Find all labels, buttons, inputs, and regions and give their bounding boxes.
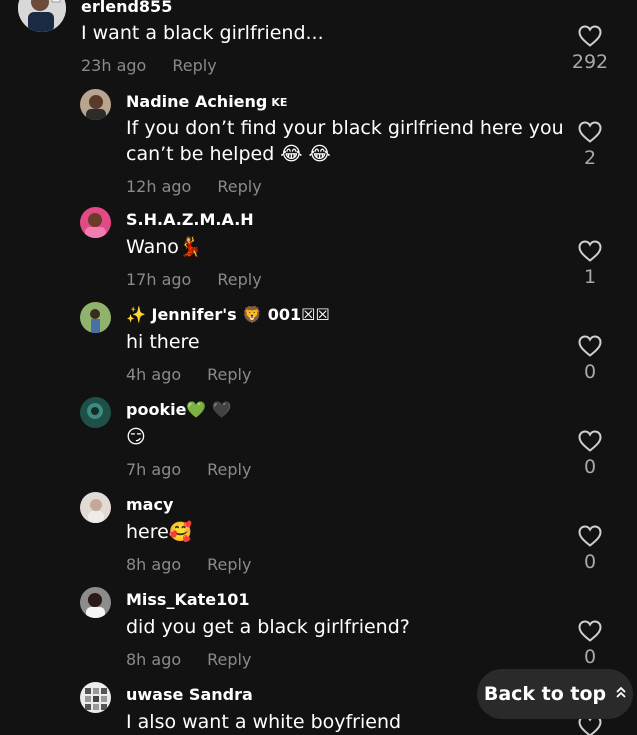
comment-time: 4h ago xyxy=(126,365,182,384)
comment-text: I also want a white boyfriend xyxy=(126,711,402,733)
reply-button[interactable]: Reply xyxy=(207,650,251,669)
avatar-image xyxy=(80,302,111,333)
like-button[interactable]: 292 xyxy=(570,25,610,73)
like-button[interactable]: 0 xyxy=(570,525,610,573)
comment-time: 8h ago xyxy=(126,555,182,574)
like-count: 292 xyxy=(571,51,609,73)
heart-icon xyxy=(578,240,602,262)
like-count: 2 xyxy=(583,147,597,169)
country-badge: KE xyxy=(271,96,288,109)
comments-feed: erlend855 I want a black girlfriend... 2… xyxy=(0,0,637,735)
back-to-top-button[interactable]: Back to top xyxy=(477,669,633,719)
comment-username[interactable]: S.H.A.Z.M.A.H xyxy=(126,210,254,230)
comment-time: 7h ago xyxy=(126,460,182,479)
like-button[interactable]: 0 xyxy=(570,430,610,478)
heart-icon xyxy=(578,430,602,452)
comment-username[interactable]: Miss_Kate101 xyxy=(126,590,250,610)
username-text: Nadine Achieng xyxy=(126,92,268,111)
avatar[interactable] xyxy=(80,682,111,713)
reply-button[interactable]: Reply xyxy=(217,270,261,289)
comment-text: did you get a black girlfriend? xyxy=(126,616,410,638)
reply-button[interactable]: Reply xyxy=(172,56,216,75)
comment-username[interactable]: pookie💚 🖤 xyxy=(126,400,232,420)
comment-username[interactable]: Nadine Achieng KE xyxy=(126,92,287,113)
avatar-image xyxy=(80,682,111,713)
avatar[interactable] xyxy=(80,397,111,428)
comment-meta: 17h ago Reply xyxy=(126,270,262,290)
avatar[interactable] xyxy=(80,89,111,120)
like-count: 0 xyxy=(583,456,597,478)
comment-text: here🥰 xyxy=(126,521,193,543)
heart-icon xyxy=(578,525,602,547)
avatar[interactable] xyxy=(80,302,111,333)
comment-meta: 23h ago Reply xyxy=(81,56,217,76)
avatar-image xyxy=(80,397,111,428)
like-button[interactable]: 2 xyxy=(570,121,610,169)
comment-meta: 7h ago Reply xyxy=(126,460,251,480)
comment-text: Wano💃 xyxy=(126,236,203,258)
comment-meta: 12h ago Reply xyxy=(126,177,262,197)
comment-text-line-1: If you don’t find your black girlfriend … xyxy=(126,117,564,139)
avatar-image xyxy=(18,0,66,32)
avatar-image xyxy=(80,492,111,523)
chevrons-up-icon xyxy=(616,686,626,703)
avatar-image xyxy=(80,207,111,238)
comment-username[interactable]: uwase Sandra xyxy=(126,685,253,705)
comment-meta: 8h ago Reply xyxy=(126,650,251,670)
avatar[interactable] xyxy=(80,492,111,523)
avatar[interactable] xyxy=(80,587,111,618)
comment-time: 17h ago xyxy=(126,270,192,289)
comment-time: 23h ago xyxy=(81,56,147,75)
comment-time: 12h ago xyxy=(126,177,192,196)
comment-username[interactable]: ✨ Jennifer's 🦁 001☒☒ xyxy=(126,305,330,325)
reply-button[interactable]: Reply xyxy=(207,555,251,574)
avatar-image xyxy=(80,89,111,120)
avatar-image xyxy=(80,587,111,618)
heart-icon xyxy=(578,335,602,357)
like-count: 0 xyxy=(583,551,597,573)
like-button[interactable]: 0 xyxy=(570,335,610,383)
comment-meta: 4h ago Reply xyxy=(126,365,251,385)
heart-icon xyxy=(578,620,602,642)
comment-time: 8h ago xyxy=(126,650,182,669)
avatar[interactable] xyxy=(18,0,66,32)
reply-button[interactable]: Reply xyxy=(207,365,251,384)
like-button[interactable]: 0 xyxy=(570,620,610,668)
comment-username[interactable]: erlend855 xyxy=(81,0,172,17)
comment-meta: 8h ago Reply xyxy=(126,555,251,575)
avatar[interactable] xyxy=(80,207,111,238)
like-count: 0 xyxy=(583,646,597,668)
comment-text: hi there xyxy=(126,331,200,353)
reply-button[interactable]: Reply xyxy=(217,177,261,196)
heart-icon xyxy=(578,25,602,47)
comment-username[interactable]: macy xyxy=(126,495,173,515)
reply-button[interactable]: Reply xyxy=(207,460,251,479)
back-to-top-label: Back to top xyxy=(483,683,607,705)
like-count: 1 xyxy=(583,266,597,288)
like-count: 0 xyxy=(583,361,597,383)
heart-icon xyxy=(578,121,602,143)
comment-text-line-2: can’t be helped 😂 😂 xyxy=(126,143,331,165)
like-button[interactable]: 1 xyxy=(570,240,610,288)
comment-text: I want a black girlfriend... xyxy=(81,22,324,44)
comment-text: 😏 xyxy=(126,426,146,448)
